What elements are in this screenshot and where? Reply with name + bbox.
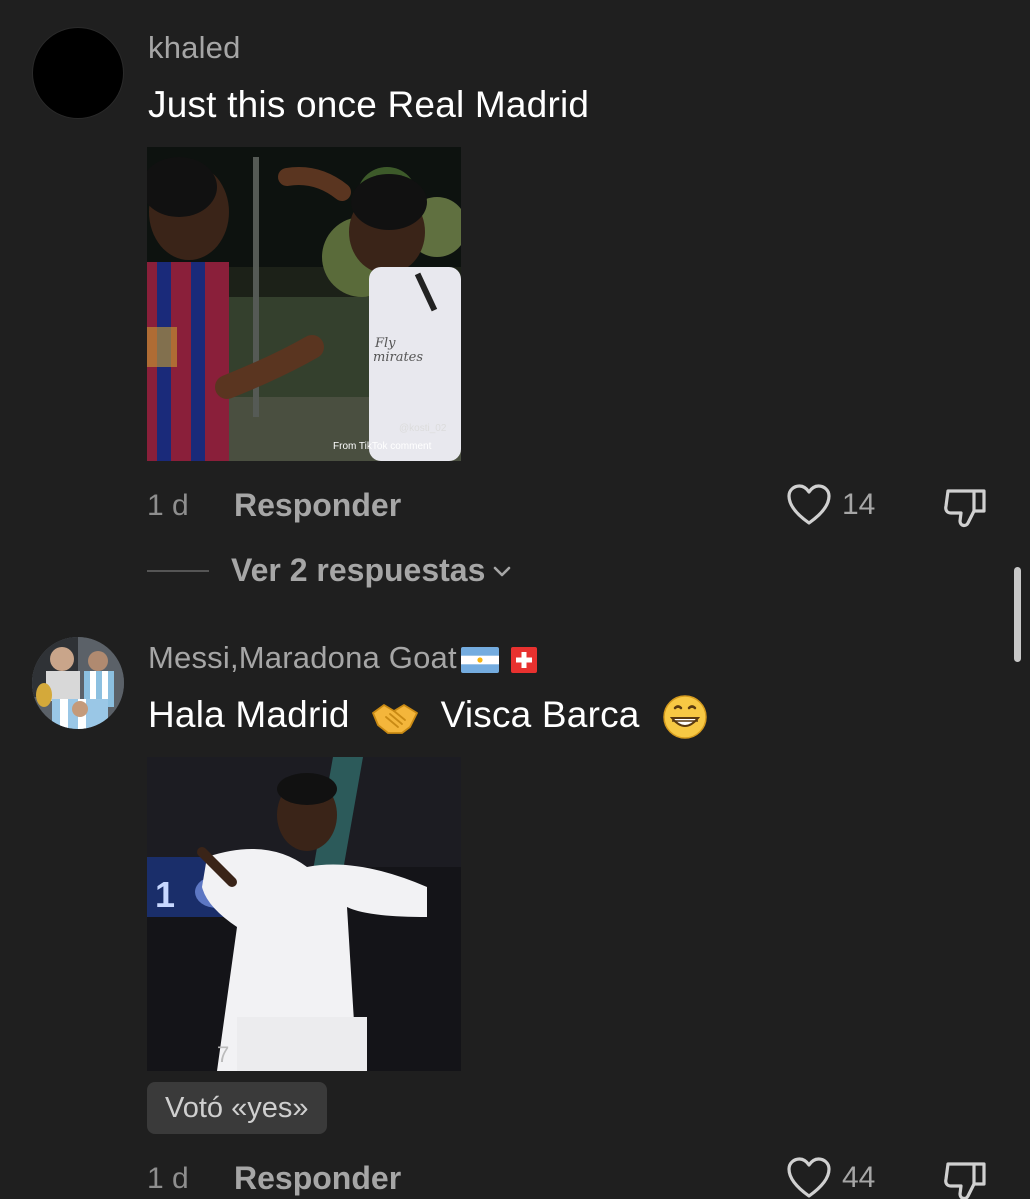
comment-username[interactable]: khaled: [148, 30, 241, 66]
comment-username[interactable]: Messi,Maradona Goat: [148, 640, 537, 676]
scrollbar[interactable]: [1014, 567, 1021, 662]
player-celebration-image: 1 7: [147, 757, 461, 1071]
view-replies-button[interactable]: Ver 2 respuestas: [147, 552, 513, 589]
heart-outline-icon: [787, 484, 831, 525]
svg-text:Fly: Fly: [374, 336, 396, 351]
thumbs-down-icon: [944, 489, 986, 528]
like-button[interactable]: 14: [786, 483, 875, 527]
argentina-flag-icon: [460, 646, 499, 673]
poll-vote-badge: Votó «yes»: [147, 1082, 327, 1134]
watermark-handle: @kosti_02: [399, 423, 447, 434]
avatar[interactable]: [32, 27, 124, 119]
chevron-down-icon: [494, 566, 511, 576]
comment-time: 1 d: [147, 1162, 189, 1195]
avatar-image: [32, 637, 124, 729]
comment-text: Just this once Real Madrid: [148, 84, 590, 125]
comment-image[interactable]: Fly mirates @kosti_02 From TikTok commen…: [147, 147, 461, 461]
like-count: 44: [842, 1161, 876, 1194]
comment-text-part1: Hala Madrid: [148, 694, 350, 735]
like-button[interactable]: 44: [786, 1156, 875, 1199]
svg-text:mirates: mirates: [373, 350, 423, 365]
handshake-icon: [372, 704, 419, 735]
heart-outline-icon: [787, 1157, 831, 1198]
replies-divider: [147, 569, 209, 572]
football-kids-image: Fly mirates @kosti_02 From TikTok commen…: [147, 147, 461, 461]
comment-image[interactable]: 1 7: [147, 757, 461, 1071]
comment-time: 1 d: [147, 489, 189, 522]
switzerland-flag-icon: [510, 646, 537, 673]
username-text: Messi,Maradona Goat: [148, 640, 457, 675]
grinning-face-icon: [663, 695, 707, 739]
comments-screen: khaled Just this once Real Madrid Fly mi…: [0, 0, 1030, 1199]
reply-button[interactable]: Responder: [234, 487, 401, 524]
reply-button[interactable]: Responder: [234, 1160, 401, 1197]
scoreboard-digit: 1: [155, 874, 175, 915]
thumbs-down-icon: [944, 1162, 986, 1199]
like-count: 14: [842, 488, 876, 521]
comment-text: Hala Madrid Visca Barca: [148, 694, 708, 740]
jersey-number: 7: [217, 1042, 229, 1067]
dislike-button[interactable]: [942, 485, 988, 529]
view-replies-label: Ver 2 respuestas: [231, 552, 486, 588]
watermark-source: From TikTok comment: [333, 441, 432, 452]
avatar[interactable]: [32, 637, 124, 729]
dislike-button[interactable]: [942, 1158, 988, 1199]
comment-text-part2: Visca Barca: [440, 694, 640, 735]
